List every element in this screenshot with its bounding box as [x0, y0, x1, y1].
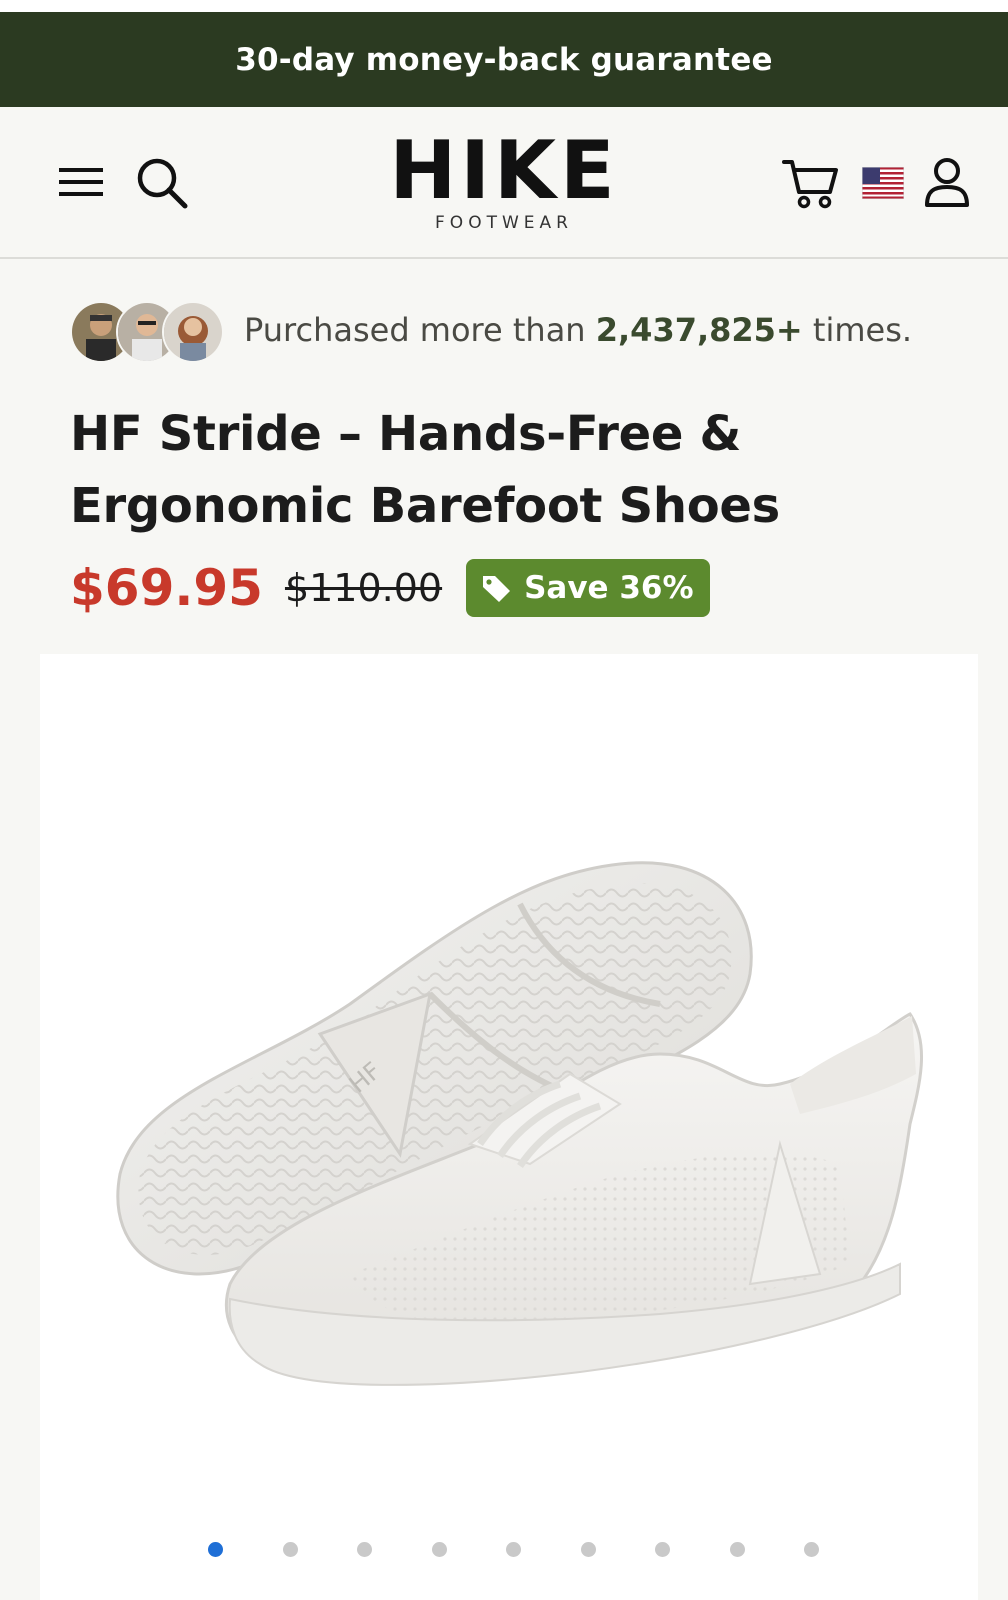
product-image[interactable]: HF: [100, 844, 930, 1404]
logo-wordmark: HIKE: [389, 124, 619, 217]
menu-button[interactable]: [54, 157, 108, 207]
gallery-dot[interactable]: [357, 1542, 372, 1557]
save-badge: Save 36%: [466, 559, 710, 617]
purchase-suffix: times.: [812, 311, 913, 349]
price-tag-icon: [480, 572, 512, 604]
gallery-dot[interactable]: [580, 1542, 596, 1557]
save-label: Save 36%: [524, 570, 694, 606]
price-row: $69.95 $110.00 Save 36%: [70, 556, 710, 620]
purchase-prefix: Purchased more than: [244, 311, 586, 349]
gallery-dot[interactable]: [655, 1542, 670, 1557]
gallery-dot[interactable]: [431, 1542, 447, 1557]
gallery-dot[interactable]: [282, 1542, 298, 1557]
gallery-dot[interactable]: [804, 1542, 819, 1557]
country-selector[interactable]: [858, 163, 908, 203]
gallery-dot[interactable]: [506, 1542, 521, 1557]
compare-at-price: $110.00: [284, 566, 443, 610]
gallery-dot[interactable]: [729, 1542, 745, 1557]
purchase-count: 2,437,825+: [595, 311, 803, 349]
site-header: HIKE FOOTWEAR: [0, 107, 1008, 259]
social-proof: Purchased more than 2,437,825+ times.: [70, 297, 970, 363]
account-icon: [925, 158, 969, 207]
purchase-count-text: Purchased more than 2,437,825+ times.: [244, 311, 912, 349]
product-title-line2: Ergonomic Barefoot Shoes: [70, 478, 780, 534]
sale-price: $69.95: [70, 559, 263, 617]
top-edge: [0, 0, 1008, 12]
us-flag-icon: [862, 167, 904, 199]
cart-button[interactable]: [780, 153, 842, 213]
gallery-pagination: [40, 1534, 978, 1564]
brand-logo[interactable]: HIKE FOOTWEAR: [374, 131, 634, 235]
announcement-bar: 30-day money-back guarantee: [0, 12, 1008, 107]
menu-icon: [59, 168, 103, 196]
product-gallery[interactable]: HF: [40, 654, 978, 1600]
search-icon: [137, 158, 188, 209]
customer-avatar: [162, 301, 224, 363]
account-button[interactable]: [920, 153, 974, 213]
gallery-dot[interactable]: [208, 1542, 223, 1557]
product-title: HF Stride – Hands-Free & Ergonomic Baref…: [70, 398, 950, 542]
customer-avatars: [70, 299, 230, 363]
cart-icon: [782, 160, 838, 209]
product-title-line1: HF Stride – Hands-Free &: [70, 406, 742, 462]
announcement-text: 30-day money-back guarantee: [235, 41, 773, 78]
search-button[interactable]: [132, 153, 192, 213]
